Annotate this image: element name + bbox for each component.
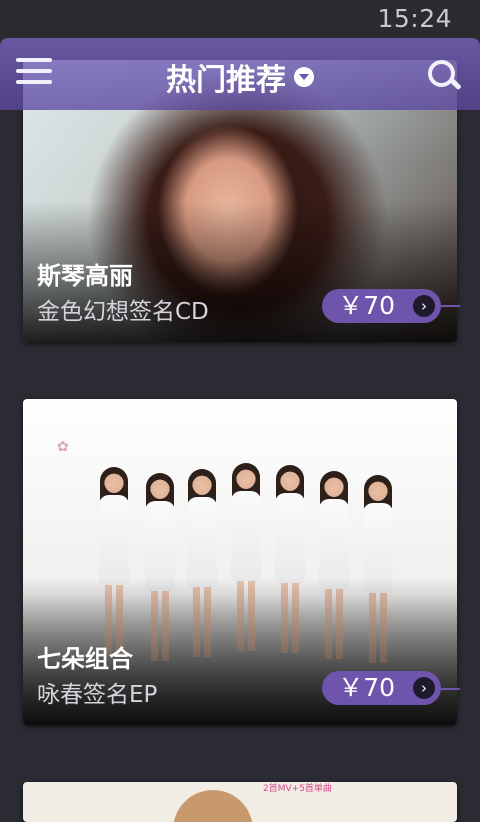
status-bar: 15:24 (0, 0, 480, 38)
price-label: ￥70 (338, 291, 395, 320)
product-title: 咏春签名EP (37, 682, 158, 708)
price-label: ￥70 (338, 673, 395, 702)
page-title: 热门推荐 (166, 63, 286, 98)
promo-text: 2首MV+5首单曲 (263, 784, 332, 794)
price-button[interactable]: ￥70 › (322, 289, 441, 323)
price-connector (440, 688, 460, 690)
chevron-right-icon: › (413, 677, 435, 699)
category-selector[interactable]: 热门推荐 (0, 55, 480, 99)
artist-name: 斯琴高丽 (37, 262, 133, 290)
chevron-right-icon: › (413, 295, 435, 317)
artist-name: 七朵组合 (37, 645, 133, 673)
product-title: 金色幻想签名CD (37, 299, 209, 325)
product-card[interactable]: ✿ 七朵组合 咏春签名EP ￥70 › (23, 399, 457, 725)
album-cover-image (173, 790, 253, 822)
product-card[interactable]: 2首MV+5首单曲 (23, 782, 457, 822)
price-button[interactable]: ￥70 › (322, 671, 441, 705)
search-icon[interactable] (428, 60, 462, 94)
top-bar: 热门推荐 (0, 38, 480, 110)
price-connector (440, 305, 460, 307)
chevron-down-icon (294, 67, 314, 87)
status-time: 15:24 (377, 4, 452, 33)
